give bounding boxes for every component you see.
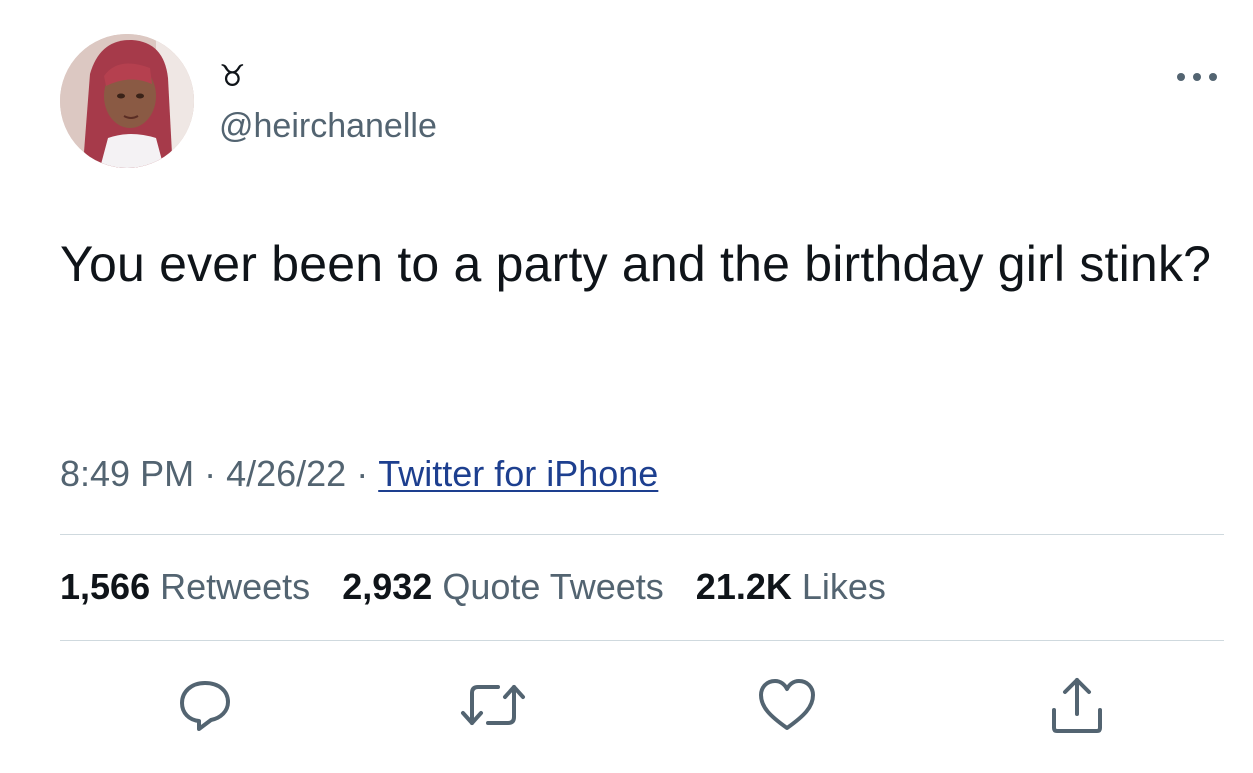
retweet-button[interactable] xyxy=(458,670,528,740)
reply-button[interactable] xyxy=(170,670,240,740)
divider xyxy=(60,534,1224,535)
reply-icon xyxy=(180,681,230,731)
like-button[interactable] xyxy=(752,670,822,740)
display-name[interactable]: ♉ xyxy=(219,60,246,94)
meta-separator: · xyxy=(356,453,369,494)
share-button[interactable] xyxy=(1042,670,1112,740)
retweets-count: 1,566 xyxy=(60,566,151,607)
tweet-meta: 8:49 PM · 4/26/22 · Twitter for iPhone xyxy=(60,452,658,496)
meta-separator: · xyxy=(204,453,217,494)
like-icon xyxy=(759,679,815,730)
retweets-stat[interactable]: 1,566 Retweets xyxy=(60,565,310,609)
tweet-date[interactable]: 4/26/22 xyxy=(226,453,346,494)
quote-tweets-stat[interactable]: 2,932 Quote Tweets xyxy=(342,565,664,609)
retweet-icon xyxy=(461,685,525,725)
divider xyxy=(60,640,1224,641)
likes-stat[interactable]: 21.2K Likes xyxy=(696,565,886,609)
avatar[interactable] xyxy=(60,34,194,168)
likes-label: Likes xyxy=(801,566,886,607)
quote-tweets-count: 2,932 xyxy=(342,566,433,607)
more-icon[interactable] xyxy=(1172,62,1222,92)
avatar-image xyxy=(60,34,194,168)
tweet-source-link[interactable]: Twitter for iPhone xyxy=(378,453,658,494)
retweets-label: Retweets xyxy=(160,566,311,607)
tweet-text: You ever been to a party and the birthda… xyxy=(60,236,1212,292)
tweet-time[interactable]: 8:49 PM xyxy=(60,453,194,494)
user-handle[interactable]: @heirchanelle xyxy=(219,106,437,146)
tweet-stats: 1,566 Retweets 2,932 Quote Tweets 21.2K … xyxy=(60,565,908,609)
likes-count: 21.2K xyxy=(695,566,792,607)
quote-tweets-label: Quote Tweets xyxy=(442,566,664,607)
share-icon xyxy=(1052,678,1102,733)
